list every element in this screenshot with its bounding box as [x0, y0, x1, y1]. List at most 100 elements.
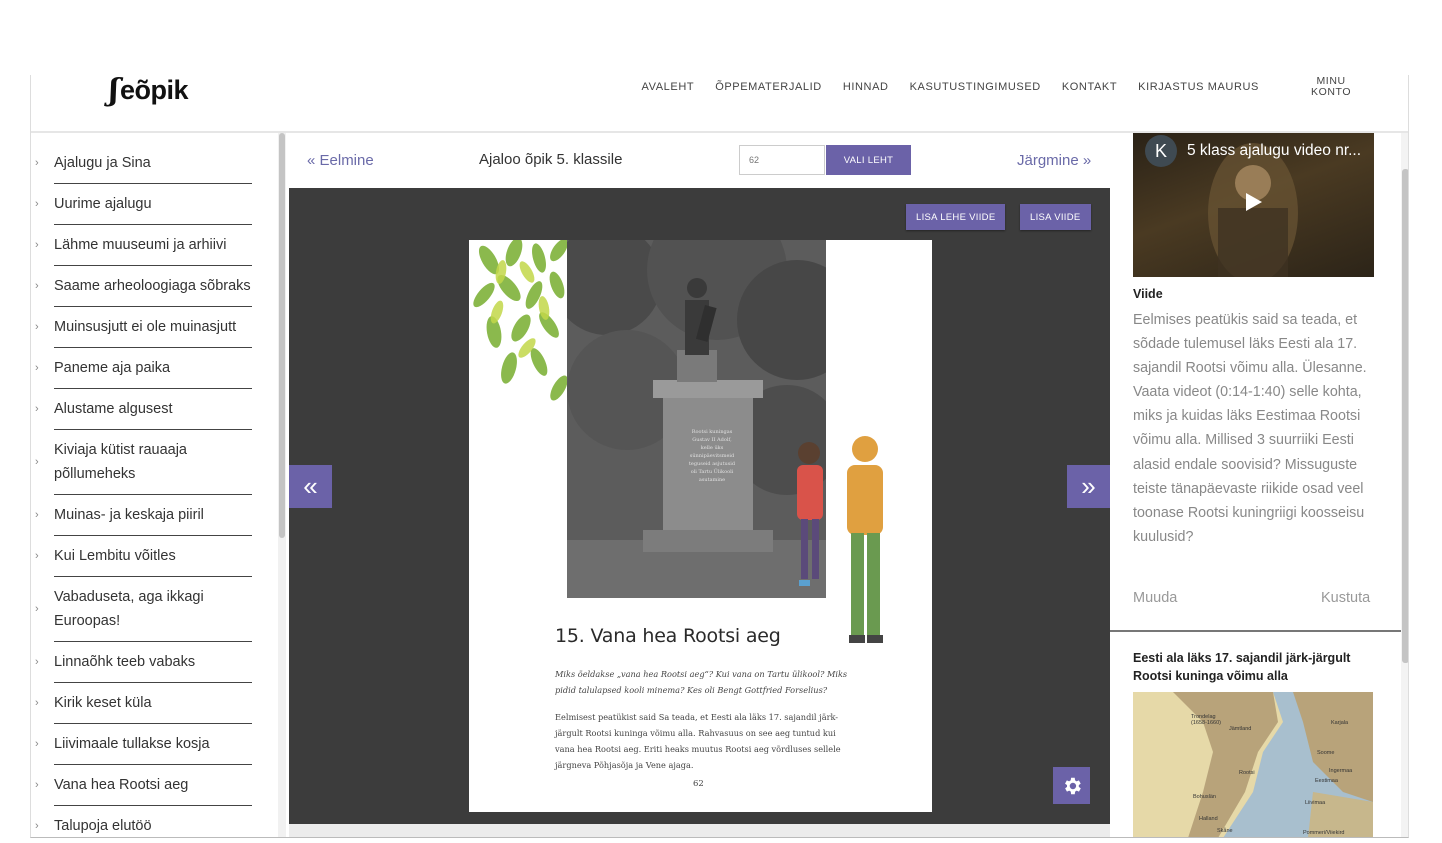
nav-publisher[interactable]: KIRJASTUS MAURUS	[1128, 81, 1270, 93]
map-label: Trondelag (1658-1660)	[1191, 714, 1221, 726]
chapter-intro: Eelmisest peatükist said Sa teada, et Ee…	[555, 712, 841, 770]
map-label: Liivimaa	[1305, 800, 1326, 806]
chapter-heading: 15. Vana hea Rootsi aeg	[555, 625, 781, 647]
choose-page-button[interactable]: VALI LEHT	[826, 145, 911, 175]
panel-scrollbar-thumb[interactable]	[1402, 169, 1408, 663]
delete-reference-link[interactable]: Kustuta	[1321, 590, 1370, 606]
chapter-item[interactable]: › Lähme muuseumi ja arhiivi	[35, 225, 252, 266]
chapter-item[interactable]: › Alustame algusest	[35, 389, 252, 430]
chapter-questions: Miks öeldakse „vana hea Rootsi aeg“? Kui…	[555, 669, 848, 695]
chevron-right-icon: ›	[35, 550, 39, 562]
chapter-label: Kirik keset küla	[54, 695, 152, 711]
sidebar-scrollbar-thumb[interactable]	[279, 133, 285, 538]
reference-panel: K 5 klass ajalugu video nr... Viide Eelm…	[1110, 133, 1408, 837]
chevron-right-icon: ›	[35, 738, 39, 750]
chapter-item[interactable]: › Kirik keset küla	[35, 683, 252, 724]
chevron-right-icon: ›	[35, 198, 39, 210]
map-card-title: Eesti ala läks 17. sajandil järk-järgult…	[1133, 651, 1351, 683]
nav-terms[interactable]: KASUTUSTINGIMUSED	[899, 81, 1051, 93]
chapter-label: Lähme muuseumi ja arhiivi	[54, 237, 227, 253]
nav-prices[interactable]: HINNAD	[832, 81, 899, 93]
chapter-label: Linnaõhk teeb vabaks	[54, 654, 196, 670]
add-reference-button[interactable]: LISA VIIDE	[1020, 204, 1091, 230]
chapter-item[interactable]: › Ajalugu ja Sina	[35, 143, 252, 184]
logo-mark-icon: ʃ	[109, 75, 119, 108]
previous-page-link[interactable]: « Eelmine	[307, 152, 374, 169]
chevron-right-icon: ›	[35, 656, 39, 668]
chapter-item[interactable]: › Saame arheoloogiaga sõbraks	[35, 266, 252, 307]
book-area: « Eelmine Ajaloo õpik 5. klassile VALI L…	[289, 133, 1110, 837]
account-line2: KONTO	[1311, 86, 1352, 98]
chapter-label: Uurime ajalugu	[54, 196, 152, 212]
chapter-label: Vana hea Rootsi aeg	[54, 777, 189, 793]
play-icon[interactable]	[1246, 193, 1262, 211]
chapter-item[interactable]: › Paneme aja paika	[35, 348, 252, 389]
chapter-item[interactable]: › Vabaduseta, aga ikkagi Euroopas!	[35, 577, 252, 642]
video-embed[interactable]: K 5 klass ajalugu video nr...	[1133, 133, 1374, 277]
logo[interactable]: ʃ eõpik	[109, 75, 189, 108]
next-page-link[interactable]: Järgmine »	[1017, 152, 1091, 169]
chapter-list: › Ajalugu ja Sina › Uurime ajalugu › Lähme …	[31, 133, 289, 837]
chapter-item[interactable]: › Muinas- ja keskaja piiril	[35, 495, 252, 536]
sidebar-scrollbar[interactable]	[278, 133, 286, 837]
page-number-input[interactable]	[739, 145, 825, 175]
chapter-item[interactable]: › Muinsusjutt ei ole muinasjutt	[35, 307, 252, 348]
main-nav: AVALEHT ÕPPEMATERJALID HINNAD KASUTUSTIN…	[631, 81, 1270, 93]
nav-contact[interactable]: KONTAKT	[1051, 81, 1127, 93]
chapter-sidebar: › Ajalugu ja Sina › Uurime ajalugu › Lähme …	[31, 133, 289, 837]
book-page: Rootsi kuningas Gustav II Adolf, kelle ü…	[469, 240, 932, 812]
map-label: Skåne	[1217, 828, 1233, 834]
chapter-item[interactable]: › Kiviaja kütist rauaaja põllumeheks	[35, 430, 252, 495]
app-frame: ʃ eõpik AVALEHT ÕPPEMATERJALID HINNAD KA…	[30, 75, 1409, 838]
viewer-footer-bar	[289, 824, 1110, 837]
chevron-right-icon: ›	[35, 280, 39, 292]
chevron-right-icon: ›	[35, 820, 39, 832]
map-label: Halland	[1199, 816, 1218, 822]
map-label: Rootsi	[1239, 770, 1255, 776]
chapter-item[interactable]: › Vana hea Rootsi aeg	[35, 765, 252, 806]
children-illustration	[797, 436, 883, 643]
panel-scrollbar[interactable]	[1401, 133, 1408, 837]
logo-text: eõpik	[119, 75, 189, 105]
chapter-item[interactable]: › Liivimaale tullakse kosja	[35, 724, 252, 765]
chapter-label: Kui Lembitu võitles	[54, 548, 176, 564]
leaves-illustration	[473, 240, 568, 401]
gear-icon	[1064, 777, 1081, 794]
inscription-line: Gustav II Adolf,	[692, 437, 732, 443]
chevron-right-icon: ›	[35, 509, 39, 521]
map-label: Eestimaa	[1315, 778, 1338, 784]
double-chevron-left-icon: «	[303, 471, 318, 501]
chapter-label: Talupoja elutöö	[54, 818, 152, 834]
nav-materials[interactable]: ÕPPEMATERJALID	[705, 81, 833, 93]
reference-label: Viide	[1133, 287, 1163, 301]
inscription-line: asutamine	[698, 477, 726, 483]
settings-button[interactable]	[1053, 767, 1090, 804]
book-toolbar: « Eelmine Ajaloo õpik 5. klassile VALI L…	[289, 133, 1110, 188]
inscription-line: kelle üks	[700, 445, 724, 451]
page-number: 62	[693, 779, 704, 789]
channel-avatar: K	[1145, 135, 1177, 167]
top-header: ʃ eõpik AVALEHT ÕPPEMATERJALID HINNAD KA…	[31, 75, 1408, 133]
chapter-label: Muinas- ja keskaja piiril	[54, 507, 204, 523]
nav-home[interactable]: AVALEHT	[631, 81, 705, 93]
map-image[interactable]: Trondelag (1658-1660) Jämtland Karjala S…	[1133, 692, 1373, 837]
edit-reference-link[interactable]: Muuda	[1133, 590, 1177, 606]
inscription-line: oli Tartu Ülikooli	[690, 469, 734, 475]
next-page-arrow-button[interactable]: »	[1067, 465, 1110, 508]
chapter-item[interactable]: › Talupoja elutöö	[35, 806, 252, 837]
chapter-item[interactable]: › Linnaõhk teeb vabaks	[35, 642, 252, 683]
chevron-right-icon: ›	[35, 779, 39, 791]
chevron-right-icon: ›	[35, 362, 39, 374]
chapter-item[interactable]: › Kui Lembitu võitles	[35, 536, 252, 577]
my-account-link[interactable]: MINU KONTO	[1311, 76, 1351, 98]
prev-page-arrow-button[interactable]: «	[289, 465, 332, 508]
statue-inscription: Rootsi kuningas Gustav II Adolf, kelle ü…	[672, 428, 752, 484]
chevron-right-icon: ›	[35, 697, 39, 709]
chevron-right-icon: ›	[35, 456, 39, 468]
map-label: Ingermaa	[1329, 768, 1353, 774]
chapter-label: Paneme aja paika	[54, 360, 171, 376]
video-title[interactable]: 5 klass ajalugu video nr...	[1187, 142, 1361, 160]
add-page-reference-button[interactable]: LISA LEHE VIIDE	[906, 204, 1006, 230]
chapter-item[interactable]: › Uurime ajalugu	[35, 184, 252, 225]
map-label: Bohuslän	[1193, 794, 1216, 800]
